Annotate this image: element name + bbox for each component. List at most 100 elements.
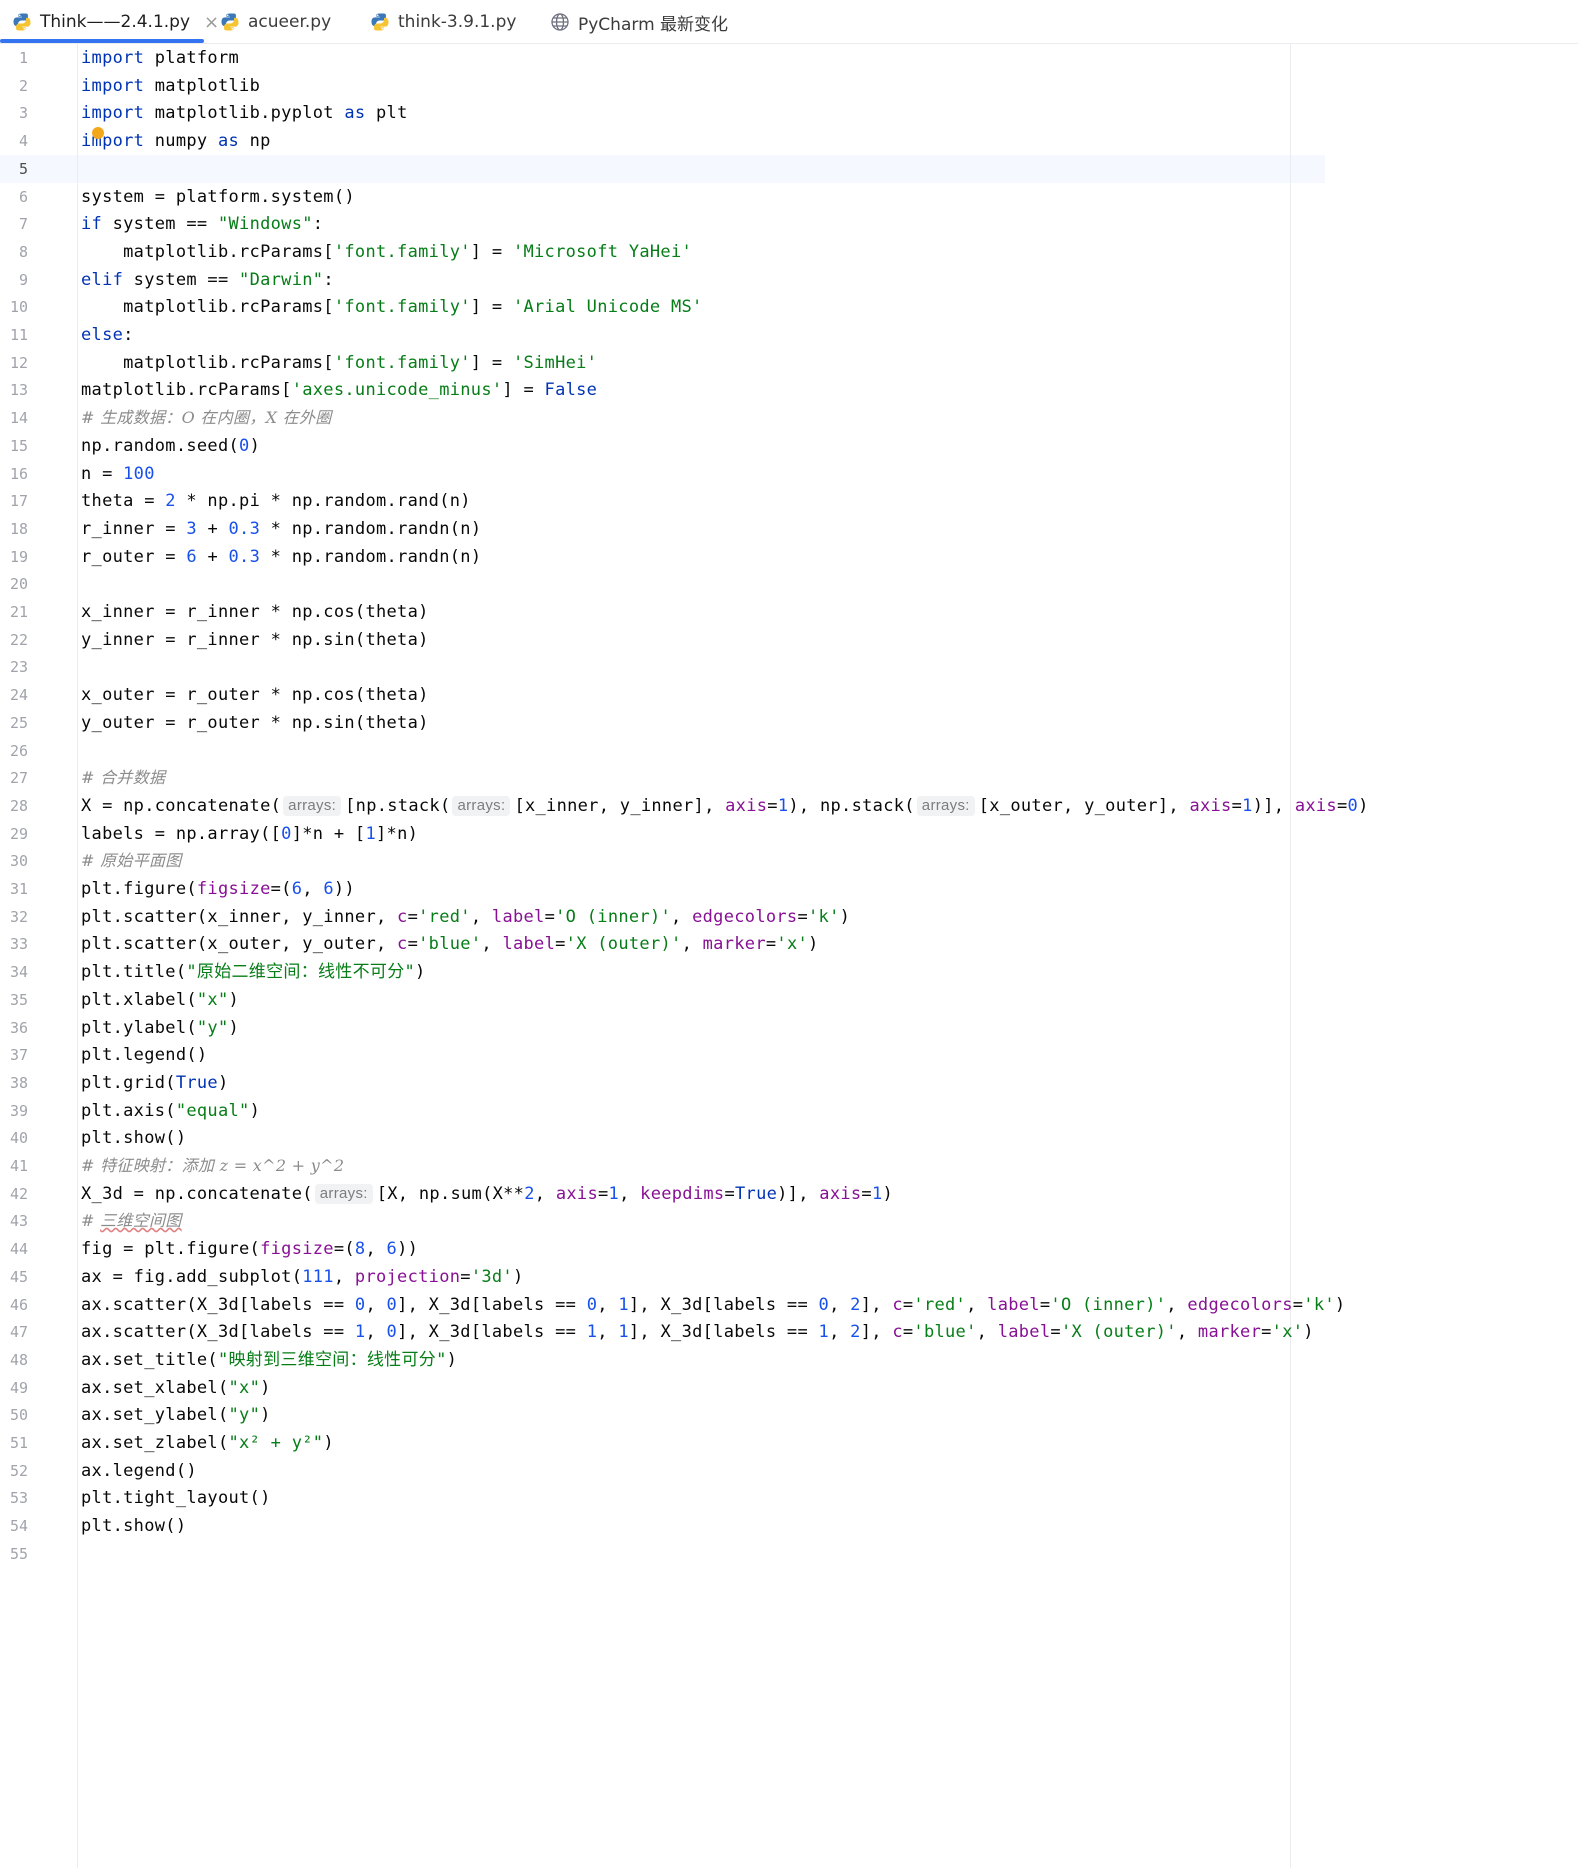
code-token: 'font.family'	[333, 242, 471, 262]
code-line[interactable]: X = np.concatenate(arrays: [np.stack(arra…	[81, 792, 1369, 820]
code-token: label	[502, 934, 556, 954]
code-line[interactable]: plt.show()	[81, 1512, 186, 1540]
code-token: plt.show()	[81, 1128, 187, 1148]
code-token: )	[228, 1018, 240, 1038]
code-token: ,	[481, 934, 503, 954]
code-editor[interactable]: 1 import platform 2 import matplotlib 3 impor…	[0, 44, 1578, 1868]
code-token: )	[882, 1184, 894, 1204]
code-token: figsize	[196, 879, 271, 899]
code-line[interactable]: plt.legend()	[81, 1041, 207, 1069]
code-line[interactable]: ax = fig.add_subplot(111, projection='3d…	[81, 1263, 524, 1291]
line-number: 40	[9, 1129, 28, 1147]
code-token: import	[81, 48, 145, 68]
code-token: =	[724, 1184, 735, 1204]
code-line[interactable]: plt.grid(True)	[81, 1069, 229, 1097]
code-token: axis	[1294, 796, 1337, 816]
code-line[interactable]: plt.show()	[81, 1124, 186, 1152]
code-line[interactable]: plt.scatter(x_outer, y_outer, c='blue', …	[81, 930, 819, 958]
intention-bulb-icon[interactable]	[92, 127, 104, 139]
code-line[interactable]: elif system == "Darwin":	[81, 266, 334, 294]
code-line[interactable]: X_3d = np.concatenate(arrays: [X, np.sum(…	[81, 1180, 893, 1208]
code-token: plt.scatter(x_inner, y_inner,	[81, 907, 398, 927]
code-line[interactable]: matplotlib.rcParams['font.family'] = 'Mi…	[81, 238, 692, 266]
code-line[interactable]: r_outer = 6 + 0.3 * np.random.randn(n)	[81, 543, 481, 571]
code-line[interactable]: theta = 2 * np.pi * np.random.rand(n)	[81, 487, 471, 515]
code-token: marker	[1197, 1322, 1262, 1342]
tab-acueer-py[interactable]: acueer.py	[220, 0, 331, 44]
line-number: 31	[9, 880, 28, 898]
code-token: import	[81, 103, 145, 123]
right-margin-guide	[1290, 44, 1291, 1868]
code-line[interactable]: if system == "Windows":	[81, 210, 323, 238]
code-line[interactable]: import matplotlib.pyplot as plt	[81, 99, 408, 127]
code-line[interactable]: else:	[81, 321, 134, 349]
code-token: ] =	[502, 380, 545, 400]
code-line[interactable]: np.random.seed(0)	[81, 432, 260, 460]
code-token: =	[555, 934, 566, 954]
code-line[interactable]: x_inner = r_inner * np.cos(theta)	[81, 598, 429, 626]
code-line[interactable]: # 三维空间图	[81, 1207, 182, 1235]
code-line[interactable]: x_outer = r_outer * np.cos(theta)	[81, 681, 429, 709]
code-line[interactable]: system = platform.system()	[81, 183, 355, 211]
code-line[interactable]: # 原始平面图	[81, 847, 182, 875]
line-number: 45	[9, 1268, 28, 1286]
code-line[interactable]: # 特征映射：添加 z = x^2 + y^2	[81, 1152, 344, 1180]
code-line[interactable]: plt.ylabel("y")	[81, 1014, 239, 1042]
code-token: ,	[671, 907, 693, 927]
code-line[interactable]: import numpy as np	[81, 127, 271, 155]
code-token: 'X (outer)'	[1060, 1322, 1177, 1342]
code-line[interactable]: ax.set_ylabel("y")	[81, 1401, 271, 1429]
parameter-hint: arrays:	[314, 1184, 373, 1204]
code-token: np.random.seed(	[81, 436, 240, 456]
code-token: ,	[966, 1295, 988, 1315]
code-line[interactable]: matplotlib.rcParams['font.family'] = 'Ar…	[81, 293, 703, 321]
code-line[interactable]: plt.figure(figsize=(6, 6))	[81, 875, 355, 903]
code-token: matplotlib.rcParams[	[81, 353, 334, 373]
tab-pycharm[interactable]: PyCharm 最新变化	[550, 0, 728, 44]
code-token: plt.legend()	[81, 1045, 208, 1065]
code-token: 'k'	[808, 907, 840, 927]
code-token: 0	[386, 1295, 398, 1315]
code-line[interactable]: n = 100	[81, 460, 155, 488]
code-line[interactable]: y_inner = r_inner * np.sin(theta)	[81, 626, 429, 654]
code-token: x_inner = r_inner * np.cos(theta)	[81, 602, 429, 622]
code-line[interactable]: # 生成数据：O 在内圈，X 在外圈	[81, 404, 332, 432]
code-line[interactable]: ax.set_zlabel("x² + y²")	[81, 1429, 334, 1457]
code-line[interactable]: labels = np.array([0]*n + [1]*n)	[81, 820, 418, 848]
line-number: 11	[9, 326, 28, 344]
code-line[interactable]: r_inner = 3 + 0.3 * np.random.randn(n)	[81, 515, 481, 543]
code-token: [x_inner, y_inner],	[514, 796, 726, 816]
tab-think-3-9-1-py[interactable]: think-3.9.1.py	[370, 0, 516, 44]
code-line[interactable]: plt.axis("equal")	[81, 1097, 260, 1125]
code-line[interactable]: plt.scatter(x_inner, y_inner, c='red', l…	[81, 903, 850, 931]
code-line[interactable]: matplotlib.rcParams['axes.unicode_minus'…	[81, 376, 597, 404]
code-line[interactable]: plt.title("原始二维空间：线性不可分")	[81, 958, 426, 986]
code-token: =	[1231, 796, 1243, 816]
code-line[interactable]: import matplotlib	[81, 72, 260, 100]
code-token: ,	[597, 1295, 619, 1315]
code-token: plt.title(	[81, 962, 187, 982]
line-number: 54	[9, 1517, 28, 1535]
code-line[interactable]: ax.scatter(X_3d[labels == 0, 0], X_3d[la…	[81, 1291, 1345, 1319]
code-token: c	[892, 1295, 903, 1315]
code-token: ax.legend()	[81, 1461, 197, 1481]
code-line[interactable]: ax.set_xlabel("x")	[81, 1374, 271, 1402]
code-line[interactable]: plt.xlabel("x")	[81, 986, 239, 1014]
code-line[interactable]: fig = plt.figure(figsize=(8, 6))	[81, 1235, 418, 1263]
code-line[interactable]: y_outer = r_outer * np.sin(theta)	[81, 709, 429, 737]
close-icon[interactable]: ×	[204, 12, 219, 33]
code-token: plt.tight_layout()	[81, 1488, 271, 1508]
line-number: 16	[9, 465, 28, 483]
code-line[interactable]: ax.scatter(X_3d[labels == 1, 0], X_3d[la…	[81, 1318, 1314, 1346]
code-token: import	[81, 76, 145, 96]
code-line[interactable]: import platform	[81, 44, 239, 72]
code-line[interactable]: ax.legend()	[81, 1457, 197, 1485]
code-token: "equal"	[175, 1101, 250, 1121]
code-token: =	[767, 796, 778, 816]
tab-think-2-4-1-py[interactable]: Think——2.4.1.py ×	[12, 0, 219, 44]
code-line[interactable]: plt.tight_layout()	[81, 1484, 271, 1512]
code-line[interactable]: # 合并数据	[81, 764, 165, 792]
code-line[interactable]: ax.set_title("映射到三维空间：线性可分")	[81, 1346, 457, 1374]
code-line[interactable]: matplotlib.rcParams['font.family'] = 'Si…	[81, 349, 597, 377]
python-file-icon	[220, 12, 240, 32]
